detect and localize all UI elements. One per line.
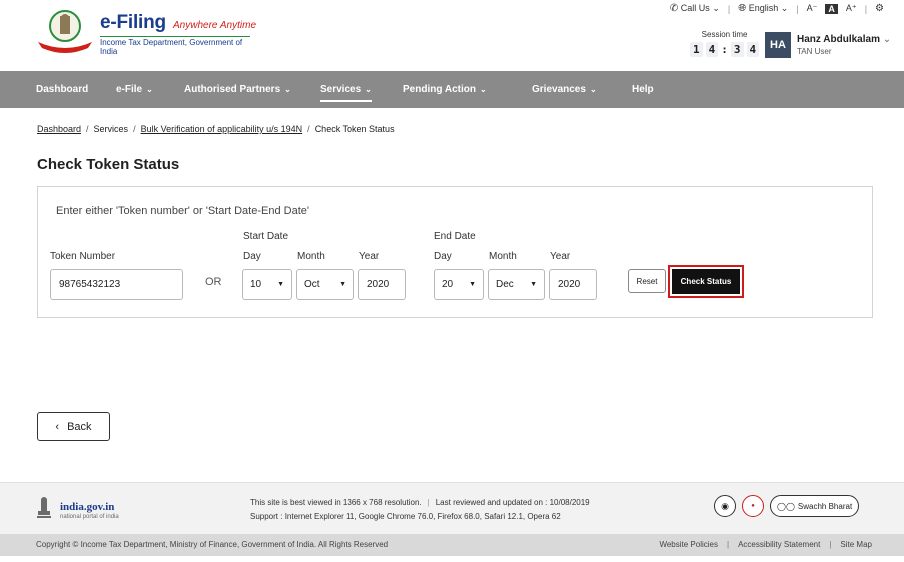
nav-pending-action[interactable]: Pending Action ⌄ xyxy=(403,71,487,108)
site-map-link[interactable]: Site Map xyxy=(840,540,872,549)
avatar: HA xyxy=(765,32,791,58)
user-menu[interactable]: HA Hanz Abdulkalam ⌄ TAN User xyxy=(765,32,891,58)
browser-support-text: Support : Internet Explorer 11, Google C… xyxy=(250,512,561,521)
swachh-bharat-badge: ◯◯ Swachh Bharat xyxy=(770,495,860,517)
back-button[interactable]: ‹ Back xyxy=(37,412,110,441)
session-timer: Session time 1 4 : 3 4 xyxy=(690,30,760,57)
settings-icon[interactable]: ⚙ xyxy=(875,3,884,14)
check-status-highlight: Check Status xyxy=(668,265,744,298)
header: e-Filing Anywhere Anytime Income Tax Dep… xyxy=(0,0,904,72)
brand-title: e-Filing xyxy=(100,12,166,33)
website-policies-link[interactable]: Website Policies xyxy=(659,540,718,549)
form-hint: Enter either 'Token number' or 'Start Da… xyxy=(56,205,309,217)
caret-down-icon: ▼ xyxy=(277,281,284,288)
brand-subtitle: Income Tax Department, Government of Ind… xyxy=(100,36,250,56)
footer-badges: ◉ ● ◯◯ Swachh Bharat xyxy=(714,495,860,517)
emblem-logo xyxy=(38,10,92,53)
last-reviewed-text: Last reviewed and updated on : 10/08/201… xyxy=(435,498,590,507)
nav-dashboard[interactable]: Dashboard xyxy=(36,71,88,108)
call-us-menu[interactable]: ✆ Call Us ⌄ xyxy=(670,3,720,14)
globe-icon: 🌐︎ xyxy=(738,3,747,14)
copyright-text: Copyright © Income Tax Department, Minis… xyxy=(36,540,389,549)
end-month-label: Month xyxy=(489,251,517,262)
utility-bar: ✆ Call Us ⌄ | 🌐︎ English ⌄ | A⁻ A A⁺ | ⚙ xyxy=(669,3,884,14)
session-time: 1 4 : 3 4 xyxy=(690,42,760,57)
token-status-form: Enter either 'Token number' or 'Start Da… xyxy=(37,186,873,318)
start-year-label: Year xyxy=(359,251,380,262)
session-label: Session time xyxy=(701,30,748,39)
chevron-left-icon: ‹ xyxy=(55,420,60,433)
india-gov-name: india.gov.in xyxy=(60,501,115,513)
footer-links: Website Policies | Accessibility Statement… xyxy=(659,540,872,549)
breadcrumb-current: Check Token Status xyxy=(314,124,395,134)
breadcrumb-dashboard[interactable]: Dashboard xyxy=(37,124,81,134)
chevron-down-icon: ⌄ xyxy=(479,85,487,94)
chevron-down-icon: ⌄ xyxy=(284,85,291,94)
best-viewed-text: This site is best viewed in 1366 x 768 r… xyxy=(250,498,422,507)
font-decrease-button[interactable]: A⁻ xyxy=(807,3,818,14)
chevron-down-icon: ⌄ xyxy=(882,34,892,45)
start-date-label: Start Date xyxy=(243,231,289,242)
certification-badge-icon: ● xyxy=(742,495,764,517)
main-nav: Dashboard e-File ⌄ Authorised Partners ⌄ S… xyxy=(0,71,904,108)
national-emblem-icon xyxy=(37,497,51,518)
nav-e-file[interactable]: e-File ⌄ xyxy=(116,71,153,108)
accessibility-statement-link[interactable]: Accessibility Statement xyxy=(738,540,820,549)
india-gov-sub: national portal of india xyxy=(60,514,119,520)
copyright-bar: Copyright © Income Tax Department, Minis… xyxy=(0,534,904,556)
back-label: Back xyxy=(67,420,92,433)
caret-down-icon: ▼ xyxy=(469,281,476,288)
breadcrumb-bulk-verification[interactable]: Bulk Verification of applicability u/s 1… xyxy=(141,124,303,134)
phone-icon: ✆ xyxy=(669,3,679,14)
page-title: Check Token Status xyxy=(37,156,180,173)
end-date-label: End Date xyxy=(434,231,476,242)
nav-grievances[interactable]: Grievances ⌄ xyxy=(532,71,597,108)
glasses-icon: ◯◯ xyxy=(777,501,795,511)
breadcrumb-services: Services xyxy=(93,124,129,134)
end-month-select[interactable]: Dec ▼ xyxy=(488,269,545,300)
session-digit: 4 xyxy=(746,42,760,57)
reset-button[interactable]: Reset xyxy=(628,269,666,293)
user-name: Hanz Abdulkalam ⌄ xyxy=(797,34,892,45)
end-year-label: Year xyxy=(550,251,571,262)
user-role: TAN User xyxy=(797,47,832,56)
nav-services[interactable]: Services ⌄ xyxy=(320,71,372,108)
or-label: OR xyxy=(205,276,222,288)
font-reset-button[interactable]: A xyxy=(825,3,838,14)
start-month-label: Month xyxy=(297,251,325,262)
start-year-input[interactable]: 2020 xyxy=(358,269,406,300)
gigw-badge-icon: ◉ xyxy=(714,495,736,517)
brand[interactable]: e-Filing Anywhere Anytime Income Tax Dep… xyxy=(100,12,256,56)
caret-down-icon: ▼ xyxy=(339,281,346,288)
india-gov-link[interactable]: india.gov.in national portal of india xyxy=(60,501,119,520)
chevron-down-icon: ⌄ xyxy=(712,3,720,13)
chevron-down-icon: ⌄ xyxy=(365,85,372,94)
end-day-select[interactable]: 20 ▼ xyxy=(434,269,484,300)
footer: india.gov.in national portal of india Th… xyxy=(0,482,904,534)
nav-authorised-partners[interactable]: Authorised Partners ⌄ xyxy=(184,71,291,108)
brand-tagline: Anywhere Anytime xyxy=(173,20,257,31)
font-increase-button[interactable]: A⁺ xyxy=(846,3,857,14)
session-digit: 4 xyxy=(705,42,719,57)
end-day-label: Day xyxy=(434,251,452,262)
breadcrumb: Dashboard / Services / Bulk Verification of … xyxy=(37,124,395,134)
nav-help[interactable]: Help xyxy=(632,71,654,108)
chevron-down-icon: ⌄ xyxy=(780,3,789,13)
end-year-input[interactable]: 2020 xyxy=(549,269,597,300)
footer-info: This site is best viewed in 1366 x 768 r… xyxy=(250,496,590,524)
start-day-label: Day xyxy=(243,251,261,262)
start-month-select[interactable]: Oct ▼ xyxy=(296,269,354,300)
session-digit: 1 xyxy=(690,42,703,57)
token-number-label: Token Number xyxy=(50,251,116,262)
chevron-down-icon: ⌄ xyxy=(146,85,153,94)
start-day-select[interactable]: 10 ▼ xyxy=(242,269,292,300)
session-colon: : xyxy=(721,43,728,56)
token-number-input[interactable]: 98765432123 xyxy=(50,269,183,300)
caret-down-icon: ▼ xyxy=(530,281,537,288)
check-status-button[interactable]: Check Status xyxy=(672,269,740,294)
session-digit: 3 xyxy=(730,42,744,57)
language-menu[interactable]: 🌐︎ English ⌄ xyxy=(738,3,788,14)
chevron-down-icon: ⌄ xyxy=(589,85,597,94)
